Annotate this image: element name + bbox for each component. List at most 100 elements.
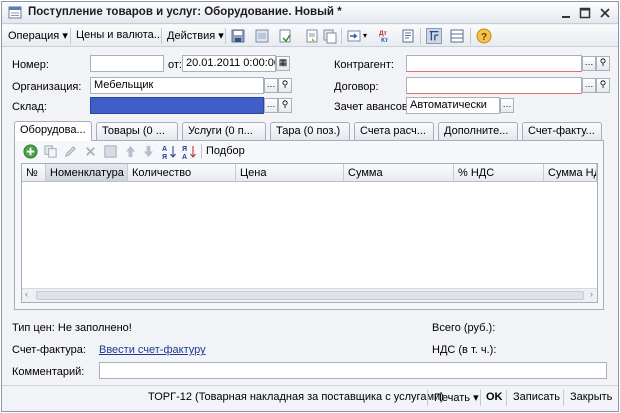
contract-field[interactable] <box>406 77 582 94</box>
column-header-amount[interactable]: Сумма <box>344 164 454 182</box>
window-title: Поступление товаров и услуг: Оборудовани… <box>28 6 342 18</box>
comment-field[interactable] <box>99 362 607 379</box>
tab-equipment[interactable]: Оборудова... <box>14 121 92 141</box>
column-header-vat-amount[interactable]: Сумма НДС <box>544 164 597 182</box>
sort-descending-icon[interactable]: Я А <box>181 143 197 160</box>
contract-search-icon[interactable]: ⚲ <box>596 78 610 93</box>
delete-row-icon[interactable] <box>83 144 98 159</box>
end-edit-icon[interactable] <box>103 144 118 159</box>
sort-ascending-icon[interactable]: А Я <box>161 143 177 160</box>
scroll-right-icon[interactable]: › <box>590 289 593 299</box>
number-field[interactable] <box>90 55 164 72</box>
advance-label: Зачет авансов: <box>334 101 411 113</box>
toolbar-separator <box>225 28 226 44</box>
based-on-icon[interactable] <box>346 28 362 44</box>
move-down-icon[interactable] <box>141 144 156 159</box>
counterparty-label: Контрагент: <box>334 59 394 71</box>
document-window: Поступление товаров и услуг: Оборудовани… <box>1 1 619 412</box>
warehouse-search-icon[interactable]: ⚲ <box>278 98 292 113</box>
date-field[interactable]: 20.01.2011 0:00:00 <box>182 55 276 72</box>
copy-row-icon[interactable] <box>43 144 58 159</box>
counterparty-field[interactable] <box>406 55 582 72</box>
advance-select-button[interactable]: … <box>500 98 514 113</box>
tab-settlement-accounts[interactable]: Счета расч... <box>354 122 434 140</box>
maximize-icon[interactable] <box>577 5 593 21</box>
minimize-icon[interactable] <box>558 5 574 21</box>
based-on-dropdown-icon[interactable]: ▾ <box>363 31 367 40</box>
counterparty-select-button[interactable]: … <box>582 56 596 71</box>
bottom-separator <box>506 390 507 406</box>
close-button[interactable]: Закрыть <box>570 391 612 403</box>
copy-icon[interactable] <box>322 28 338 44</box>
column-header-price[interactable]: Цена <box>236 164 344 182</box>
save-icon[interactable] <box>230 28 246 44</box>
scroll-left-icon[interactable]: ‹ <box>25 289 28 299</box>
warehouse-label: Склад: <box>12 101 47 113</box>
tab-panel: А Я Я А Подбор № Номенклатура Количество… <box>14 140 604 310</box>
add-row-icon[interactable] <box>23 144 38 159</box>
move-up-icon[interactable] <box>123 144 138 159</box>
warehouse-field[interactable] <box>90 97 264 114</box>
fill-icon[interactable] <box>304 28 320 44</box>
panel-toolbar-separator <box>201 144 202 159</box>
date-label: от: <box>168 59 182 71</box>
tab-additional[interactable]: Дополните... <box>438 122 518 140</box>
column-header-vat-rate[interactable]: % НДС <box>454 164 544 182</box>
bottom-divider <box>2 385 618 386</box>
pick-button[interactable]: Подбор <box>206 145 245 157</box>
toolbar-separator <box>161 28 162 44</box>
price-type-text[interactable]: Тип цен: Не заполнено! <box>12 322 132 334</box>
items-table[interactable]: № Номенклатура Количество Цена Сумма % Н… <box>21 163 598 303</box>
report-icon[interactable] <box>400 28 416 44</box>
svg-text:Кт: Кт <box>381 37 388 44</box>
number-label: Номер: <box>12 59 49 71</box>
svg-text:Дт: Дт <box>379 30 387 37</box>
column-header-number[interactable]: № <box>22 164 46 182</box>
invoice-label: Счет-фактура: <box>12 344 86 356</box>
unpost-icon[interactable] <box>277 28 293 44</box>
organization-select-button[interactable]: … <box>264 78 278 93</box>
create-invoice-link[interactable]: Ввести счет-фактуру <box>99 344 206 356</box>
close-icon[interactable] <box>597 5 613 21</box>
dt-kt-icon[interactable]: Дт Кт <box>377 28 393 44</box>
organization-label: Организация: <box>12 81 82 93</box>
total-label: Всего (руб.): <box>432 322 496 334</box>
column-header-quantity[interactable]: Количество <box>128 164 236 182</box>
horizontal-scrollbar[interactable]: ‹ › <box>22 288 597 302</box>
toolbar-separator <box>341 28 342 44</box>
column-header-nomenclature[interactable]: Номенклатура <box>46 164 128 182</box>
svg-text:А: А <box>162 146 167 153</box>
contract-select-button[interactable]: … <box>582 78 596 93</box>
warehouse-select-button[interactable]: … <box>264 98 278 113</box>
torg12-print-button[interactable]: ТОРГ-12 (Товарная накладная за поставщик… <box>148 391 444 403</box>
edit-row-icon[interactable] <box>63 144 78 159</box>
toolbar-separator <box>70 28 71 44</box>
toolbar-separator <box>420 28 421 44</box>
print-menu[interactable]: Печать ▾ <box>434 391 479 404</box>
tab-services[interactable]: Услуги (0 п... <box>182 122 266 140</box>
scroll-thumb[interactable] <box>36 291 584 300</box>
tab-invoice[interactable]: Счет-факту... <box>522 122 602 140</box>
counterparty-search-icon[interactable]: ⚲ <box>596 56 610 71</box>
svg-text:Я: Я <box>162 154 167 160</box>
operation-menu[interactable]: Операция ▾ <box>8 29 68 42</box>
ok-button[interactable]: OK <box>486 391 503 403</box>
structure-icon[interactable] <box>426 28 442 44</box>
tab-goods[interactable]: Товары (0 ... <box>96 122 178 140</box>
form-settings-icon[interactable] <box>449 28 465 44</box>
actions-menu[interactable]: Действия ▾ <box>167 29 224 42</box>
help-icon[interactable]: ? <box>476 28 492 44</box>
prices-button[interactable]: Цены и валюта... <box>76 29 163 41</box>
advance-field[interactable]: Автоматически <box>406 97 500 114</box>
organization-field[interactable]: Мебельщик <box>90 77 264 94</box>
vat-label: НДС (в т. ч.): <box>432 344 497 356</box>
contract-label: Договор: <box>334 81 379 93</box>
save-button[interactable]: Записать <box>513 391 560 403</box>
svg-text:?: ? <box>481 32 487 43</box>
bottom-separator <box>563 390 564 406</box>
organization-search-icon[interactable]: ⚲ <box>278 78 292 93</box>
tab-containers[interactable]: Тара (0 поз.) <box>270 122 350 140</box>
bottom-separator <box>427 390 428 406</box>
calendar-icon[interactable]: ▦ <box>276 56 290 71</box>
post-icon[interactable] <box>254 28 270 44</box>
